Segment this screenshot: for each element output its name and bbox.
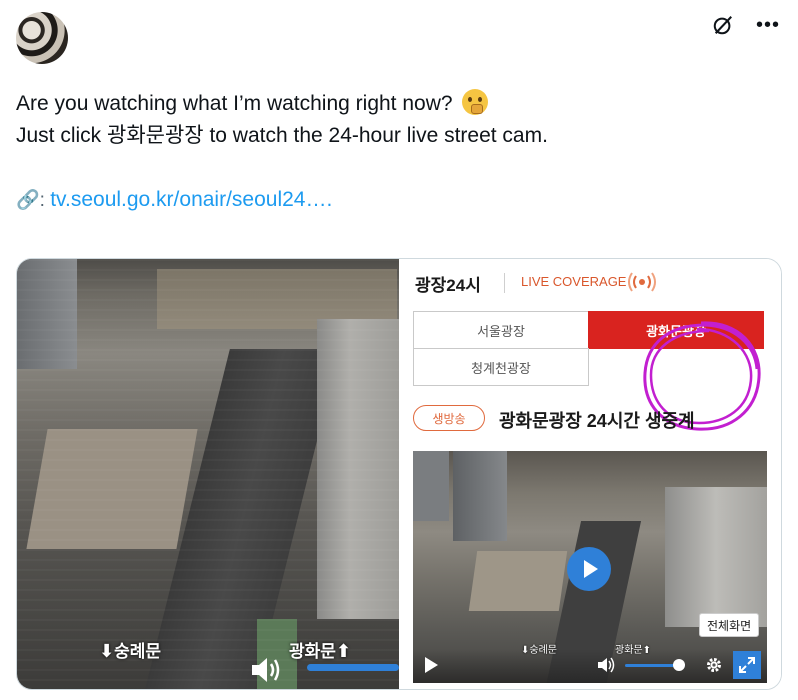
- tweet-line-2: Just click 광화문광장 to watch the 24-hour li…: [16, 124, 548, 147]
- speaker-icon[interactable]: [249, 655, 283, 685]
- media-attachment[interactable]: ⬇숭례문 광화문⬆ 광장24시 LIVE COVERAGE 서울광장 광화문광장…: [16, 258, 782, 690]
- shushing-face-emoji-icon: [462, 89, 489, 115]
- arrow-down-icon: ⬇: [99, 641, 115, 661]
- building: [453, 451, 507, 541]
- tweet-link-row: 🔗: tv.seoul.go.kr/onair/seoul24….: [16, 185, 332, 216]
- tweet-line-1: Are you watching what I’m watching right…: [16, 88, 776, 120]
- broadcast-icon: [628, 272, 656, 292]
- more-icon[interactable]: •••: [756, 14, 780, 36]
- label-gwanghwamun: 광화문: [289, 642, 336, 661]
- live-coverage-label: LIVE COVERAGE: [521, 274, 627, 289]
- building: [665, 487, 767, 627]
- avatar[interactable]: [16, 12, 68, 64]
- video-player[interactable]: ⬇숭례문 광화문⬆ 전체화면: [413, 451, 767, 683]
- grok-icon[interactable]: [712, 14, 734, 36]
- tab-seoul-plaza[interactable]: 서울광장: [413, 311, 589, 349]
- expand-icon: [739, 657, 755, 673]
- play-button-large[interactable]: [567, 547, 611, 591]
- tweet-line-1-text: Are you watching what I’m watching right…: [16, 92, 453, 115]
- link-prefix: 🔗:: [16, 190, 51, 211]
- building: [413, 451, 449, 521]
- volume-control[interactable]: [249, 655, 283, 685]
- tab-gwanghwamun-plaza[interactable]: 광화문광장: [588, 311, 764, 349]
- fullscreen-button[interactable]: [733, 651, 761, 679]
- volume-slider[interactable]: [307, 664, 399, 671]
- tab-cheonggyecheon-plaza[interactable]: 청계천광장: [413, 348, 589, 386]
- gear-icon[interactable]: [705, 656, 723, 674]
- arrow-up-icon: ⬆: [335, 641, 352, 661]
- texture: [17, 259, 399, 689]
- direction-label-left: ⬇숭례문: [99, 637, 161, 662]
- divider: [504, 273, 505, 293]
- label-sungnyemun: 숭례문: [114, 642, 162, 661]
- tweet-actions: •••: [712, 14, 780, 36]
- live-badge: 생방송: [413, 405, 485, 431]
- page-title: 광장24시: [415, 276, 481, 295]
- tweet-link[interactable]: tv.seoul.go.kr/onair/seoul24….: [50, 188, 332, 211]
- seoul-tv-page: 광장24시 LIVE COVERAGE 서울광장 광화문광장 청계천광장 생방송…: [399, 259, 781, 689]
- live-cam-image-left[interactable]: ⬇숭례문 광화문⬆: [17, 259, 399, 689]
- stream-heading: 광화문광장 24시간 생중계: [499, 411, 695, 431]
- fullscreen-tooltip: 전체화면: [699, 613, 760, 637]
- direction-label-right: 광화문⬆: [289, 637, 351, 662]
- volume-knob[interactable]: [673, 659, 685, 671]
- play-icon[interactable]: [425, 657, 438, 673]
- tweet-text: Are you watching what I’m watching right…: [16, 88, 776, 152]
- volume-icon[interactable]: [597, 657, 615, 673]
- plaza-area: [468, 551, 568, 611]
